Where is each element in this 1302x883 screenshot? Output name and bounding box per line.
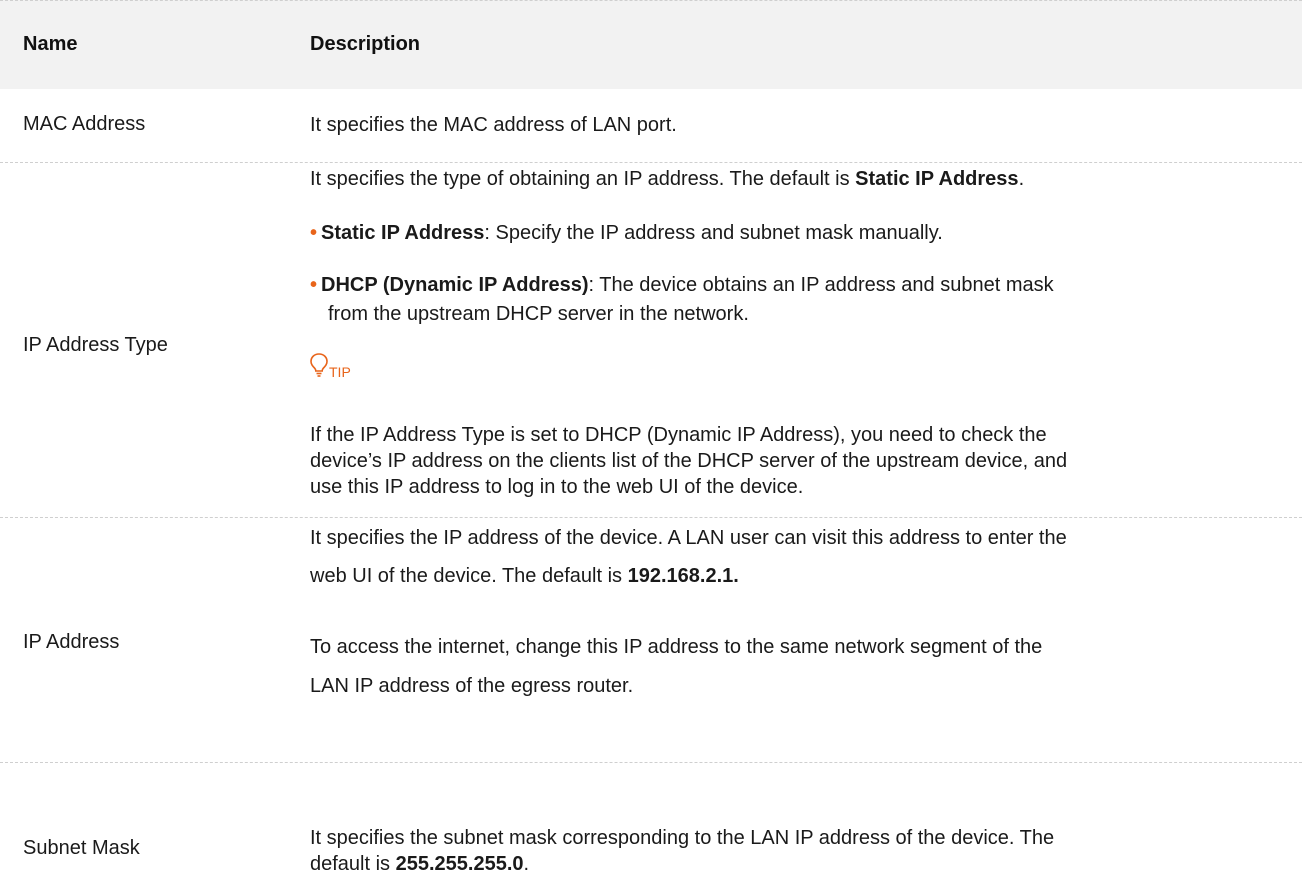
desc-line: web UI of the device. The default is 192… [310,565,739,587]
bullet-dhcp: • DHCP (Dynamic IP Address): The device o… [310,274,1054,296]
row-name: IP Address [23,631,120,653]
table-row-mac-address: MAC Address It specifies the MAC address… [0,88,1302,162]
tip-heading: TIP [309,352,351,385]
bullet-dot-icon: • [310,222,318,244]
desc-line: default is 255.255.255.0. [310,853,530,875]
bullet-dhcp-continuation: from the upstream DHCP server in the net… [328,303,749,325]
lightbulb-icon [309,352,329,385]
table-row-subnet-mask: Subnet Mask It specifies the subnet mask… [0,762,1302,883]
tip-line: use this IP address to log in to the web… [310,476,804,498]
desc-line: To access the internet, change this IP a… [310,636,1043,658]
desc-line: LAN IP address of the egress router. [310,675,634,697]
intro-line: It specifies the type of obtaining an IP… [310,168,1025,190]
row-name: MAC Address [23,113,146,135]
table-row-ip-address-type: IP Address Type It specifies the type of… [0,162,1302,517]
tip-line: device’s IP address on the clients list … [310,450,1068,472]
row-name: IP Address Type [23,334,168,356]
bullet-dot-icon: • [310,274,318,296]
tip-label: TIP [329,364,351,380]
desc-line: It specifies the IP address of the devic… [310,527,1067,549]
table-row-ip-address: IP Address It specifies the IP address o… [0,517,1302,762]
header-name: Name [23,33,78,55]
bullet-static: • Static IP Address: Specify the IP addre… [310,222,943,244]
table-header: Name Description [0,0,1302,89]
row-name: Subnet Mask [23,837,140,859]
row-description: It specifies the MAC address of LAN port… [310,114,677,136]
desc-line: It specifies the subnet mask correspondi… [310,827,1055,849]
tip-line: If the IP Address Type is set to DHCP (D… [310,424,1047,446]
header-description: Description [310,33,421,55]
